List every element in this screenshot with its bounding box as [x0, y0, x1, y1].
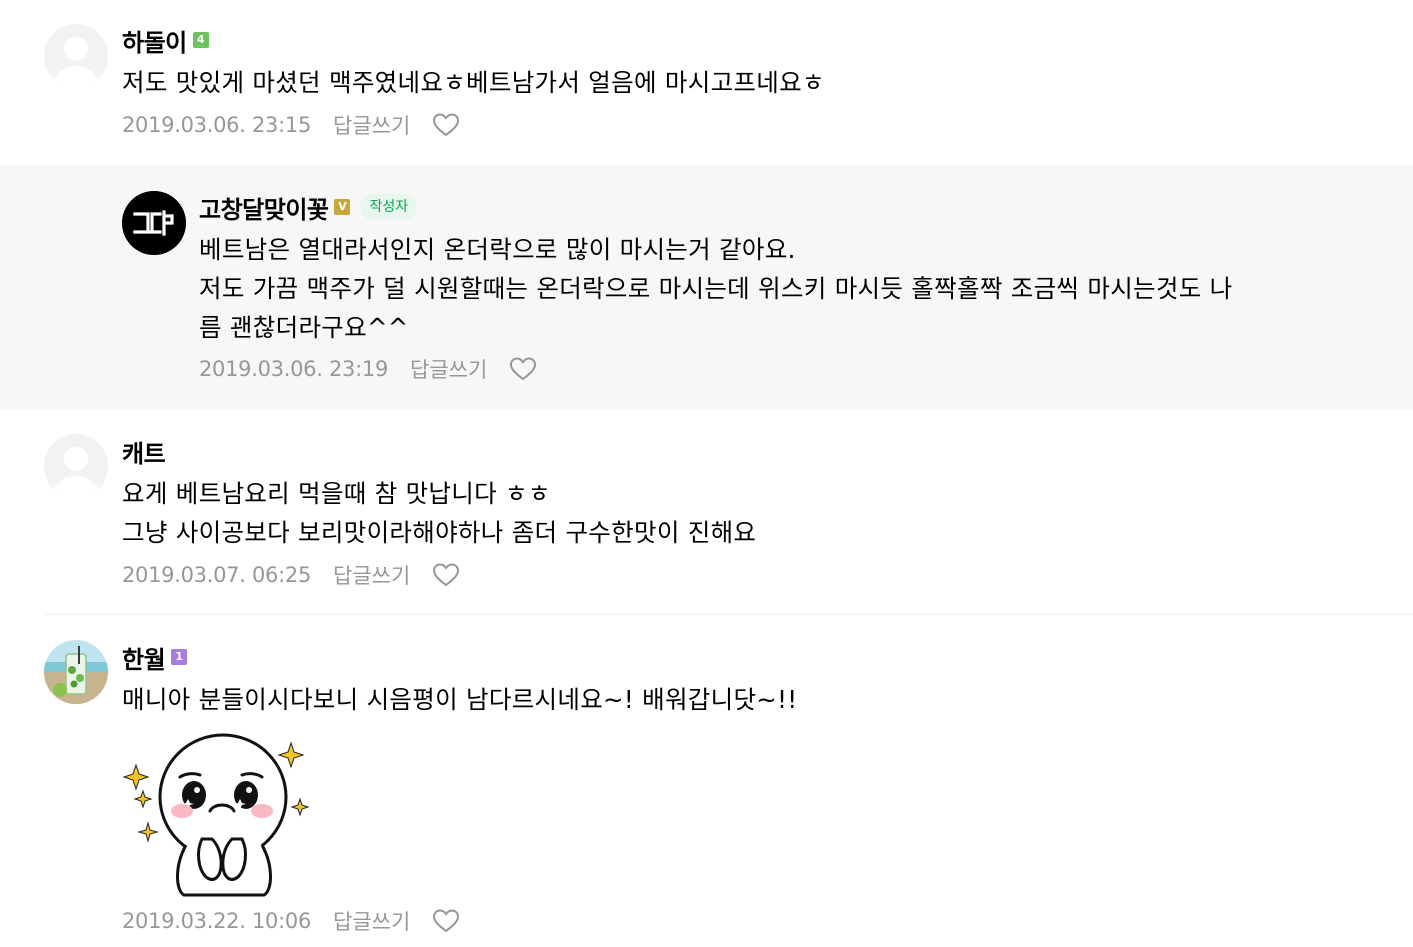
comment-date: 2019.03.06. 23:19 — [199, 357, 389, 381]
comment-divider — [44, 614, 1413, 615]
reply-comment-item: 고창달맞이꽃 V 작성자 베트남은 열대라서인지 온더락으로 많이 마시는거 같… — [0, 165, 1413, 410]
comment-line: 베트남은 열대라서인지 온더락으로 많이 마시는거 같아요. — [199, 235, 796, 264]
heart-icon[interactable] — [432, 908, 460, 934]
comment-nickname[interactable]: 고창달맞이꽃 — [199, 190, 329, 225]
author-badge: 작성자 — [360, 194, 418, 220]
heart-icon[interactable] — [432, 562, 460, 588]
heart-icon[interactable] — [509, 356, 537, 382]
shy-sparkle-sticker[interactable] — [122, 727, 322, 902]
author-avatar[interactable] — [122, 191, 186, 255]
comment-line: 요게 베트남요리 먹을때 참 맛납니다 ㅎㅎ — [122, 479, 551, 508]
comment-meta: 2019.03.06. 23:19 답글쓰기 — [199, 354, 537, 384]
reply-button[interactable]: 답글쓰기 — [333, 560, 410, 590]
reply-button[interactable]: 답글쓰기 — [333, 110, 410, 140]
comment-line: 매니아 분들이시다보니 시음평이 남다르시네요~! 배워갑니닷~!! — [122, 685, 798, 714]
mojito-photo-icon — [44, 640, 108, 704]
author-logo-icon — [122, 191, 186, 255]
comment-text: 매니아 분들이시다보니 시음평이 남다르시네요~! 배워갑니닷~!! — [122, 680, 797, 719]
comment-nickname[interactable]: 캐트 — [122, 434, 166, 469]
heart-icon[interactable] — [432, 112, 460, 138]
comment-meta: 2019.03.06. 23:15 답글쓰기 — [122, 110, 460, 140]
comment-meta: 2019.03.22. 10:06 답글쓰기 — [122, 906, 460, 936]
comment-line: 저도 맛있게 마셨던 맥주였네요ㅎ베트남가서 얼음에 마시고프네요ㅎ — [122, 68, 825, 97]
comment-text: 요게 베트남요리 먹을때 참 맛납니다 ㅎㅎ 그냥 사이공보다 보리맛이라해야하… — [122, 474, 756, 552]
default-profile-icon[interactable] — [44, 434, 108, 498]
reply-button[interactable]: 답글쓰기 — [410, 354, 487, 384]
comment-nickname[interactable]: 한월 — [122, 640, 166, 675]
default-profile-icon[interactable] — [44, 24, 108, 88]
comment-header: 캐트 — [122, 434, 166, 469]
manager-badge: V — [334, 199, 351, 215]
member-level-badge: 1 — [171, 649, 188, 665]
member-level-badge: 4 — [192, 32, 209, 48]
comment-date: 2019.03.22. 10:06 — [122, 909, 312, 933]
reply-button[interactable]: 답글쓰기 — [333, 906, 410, 936]
comment-text: 저도 맛있게 마셨던 맥주였네요ㅎ베트남가서 얼음에 마시고프네요ㅎ — [122, 63, 825, 102]
comment-nickname[interactable]: 하돌이 — [122, 23, 187, 58]
comment-header: 하돌이 4 — [122, 23, 209, 58]
comment-line: 그냥 사이공보다 보리맛이라해야하나 좀더 구수한맛이 진해요 — [122, 518, 757, 547]
comment-text: 베트남은 열대라서인지 온더락으로 많이 마시는거 같아요. 저도 가끔 맥주가… — [199, 230, 1233, 347]
profile-photo-avatar[interactable] — [44, 640, 108, 704]
comment-header: 한월 1 — [122, 640, 188, 675]
comment-meta: 2019.03.07. 06:25 답글쓰기 — [122, 560, 460, 590]
comment-date: 2019.03.07. 06:25 — [122, 563, 312, 587]
comment-header: 고창달맞이꽃 V 작성자 — [199, 190, 418, 225]
comment-line: 름 괜찮더라구요^^ — [199, 313, 409, 342]
comment-line: 저도 가끔 맥주가 덜 시원할때는 온더락으로 마시는데 위스키 마시듯 홀짝홀… — [199, 274, 1233, 303]
comment-date: 2019.03.06. 23:15 — [122, 113, 312, 137]
